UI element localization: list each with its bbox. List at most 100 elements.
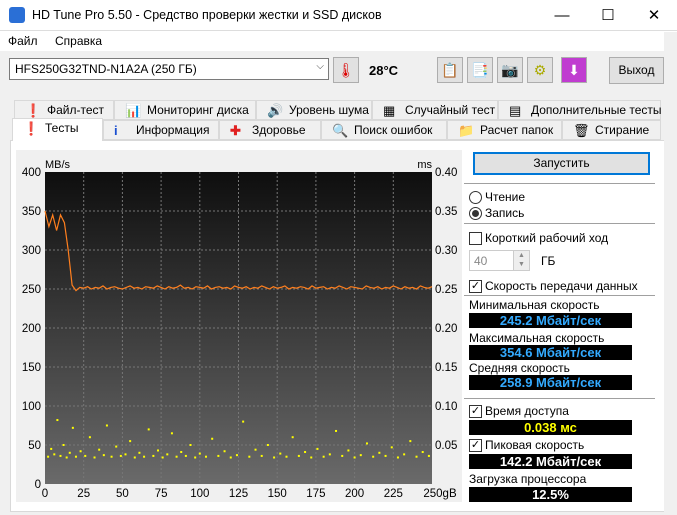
checkbox-checked[interactable]: ✓	[469, 279, 482, 293]
access-time-point	[102, 454, 105, 457]
min-speed-value: 245.2 Мбайт/сек	[469, 313, 632, 328]
access-time-point	[133, 456, 136, 459]
y-tick-left: 50	[28, 440, 41, 452]
access-time-point	[403, 453, 406, 456]
access-time-point	[421, 451, 424, 454]
access-time-point	[297, 454, 300, 457]
access-time-point	[384, 454, 387, 457]
short-stroke-checkbox[interactable]: Короткий рабочий ход	[469, 231, 608, 245]
x-tick: 125	[229, 488, 248, 500]
access-time-point	[322, 455, 325, 458]
options-icon[interactable]: ⚙	[527, 57, 553, 83]
tab-health[interactable]: ✚ Здоровье	[219, 120, 321, 140]
checkbox-checked[interactable]: ✓	[469, 404, 482, 418]
tab-tests[interactable]: ❗ Тесты	[12, 118, 103, 141]
menu-file[interactable]: Файл	[8, 34, 38, 48]
x-tick: 200	[345, 488, 364, 500]
divider	[464, 183, 655, 184]
tab-error-scan[interactable]: 🔍 Поиск ошибок	[321, 120, 447, 140]
access-time-point	[138, 451, 141, 454]
tab-extra-tests[interactable]: ▤ Дополнительные тесты	[498, 100, 661, 120]
stroke-size-spinner[interactable]: 40 ▲ ▼	[469, 250, 530, 271]
access-time-point	[88, 436, 91, 439]
access-time-point	[189, 444, 192, 446]
temperature: 28°C	[369, 63, 399, 78]
access-time-point	[266, 444, 269, 446]
tab-erase[interactable]: 🗑 Стирание	[562, 120, 661, 140]
tab-info[interactable]: i Информация	[103, 120, 219, 140]
access-time-point	[390, 446, 393, 449]
tab-label: Расчет папок	[480, 123, 554, 137]
x-tick: 100	[190, 488, 209, 500]
access-time-point	[260, 454, 263, 457]
exit-button[interactable]: Выход	[609, 57, 664, 84]
tab-folder-usage[interactable]: 📁 Расчет папок	[447, 120, 562, 140]
access-time-point	[84, 454, 87, 457]
radio-read[interactable]	[469, 190, 482, 204]
y-tick-right: 0.25	[435, 284, 457, 296]
x-tick: 75	[155, 488, 168, 500]
maximize-button[interactable]: ☐	[585, 0, 631, 31]
stroke-unit: ГБ	[541, 254, 556, 268]
access-time-point	[74, 455, 77, 458]
access-time-point	[68, 451, 71, 454]
burst-rate-checkbox[interactable]: ✓ Пиковая скорость	[469, 438, 584, 452]
checkbox[interactable]	[469, 231, 482, 245]
access-time-point	[223, 450, 226, 453]
access-time-point	[175, 455, 178, 458]
window-title: HD Tune Pro 5.50 - Средство проверки жес…	[32, 8, 382, 22]
radio-write[interactable]	[469, 206, 482, 220]
tab-disk-monitor[interactable]: 📊 Мониторинг диска	[114, 100, 256, 120]
max-speed-label: Максимальная скорость	[469, 331, 605, 345]
access-time-point	[71, 426, 74, 429]
copy-info-icon[interactable]: 📋	[437, 57, 463, 83]
save-download-icon[interactable]: ⬇	[561, 57, 587, 83]
access-time-point	[279, 452, 282, 455]
y-tick-right: 0.35	[435, 206, 457, 218]
drive-name: HFS250G32TND-N1A2A (250 ГБ)	[15, 62, 197, 76]
write-radio[interactable]: Запись	[469, 206, 524, 220]
access-time-point	[353, 456, 356, 459]
access-time-point	[409, 440, 412, 443]
thermometer-icon[interactable]: 🌡	[333, 57, 359, 83]
close-button[interactable]: ✕	[631, 0, 677, 31]
access-time-point	[79, 450, 82, 453]
speaker-icon: 🔊	[267, 103, 284, 118]
access-time-point	[204, 455, 207, 458]
access-time-point	[180, 451, 183, 454]
extra-tests-icon: ▤	[509, 103, 522, 118]
tab-label: Случайный тест	[405, 103, 496, 117]
tab-label: Здоровье	[252, 123, 306, 137]
tab-label: Информация	[136, 123, 210, 137]
y-tick-left: 250	[22, 284, 41, 296]
access-time-point	[147, 428, 150, 431]
y-tick-left: 300	[22, 245, 41, 257]
copy-all-icon[interactable]: 📑	[467, 57, 493, 83]
access-time-point	[359, 454, 362, 457]
spinner-arrows-icon[interactable]: ▲ ▼	[513, 251, 529, 270]
tab-noise-level[interactable]: 🔊 Уровень шума	[256, 100, 372, 120]
access-time-point	[365, 442, 368, 445]
transfer-rate-checkbox[interactable]: ✓ Скорость передачи данных	[469, 279, 638, 293]
read-radio[interactable]: Чтение	[469, 190, 525, 204]
start-button[interactable]: Запустить	[473, 152, 650, 175]
minimize-button[interactable]: —	[539, 0, 585, 31]
divider	[464, 398, 655, 399]
menu-help[interactable]: Справка	[55, 34, 102, 48]
tab-file-test[interactable]: ❗ Файл-тест	[14, 100, 114, 120]
access-time-checkbox[interactable]: ✓ Время доступа	[469, 404, 569, 418]
health-cross-icon: ✚	[230, 123, 241, 138]
access-time-point	[273, 456, 276, 459]
read-label: Чтение	[485, 190, 526, 204]
drive-select[interactable]: HFS250G32TND-N1A2A (250 ГБ) ⌵	[9, 58, 329, 80]
access-time-point	[372, 455, 375, 458]
x-tick: 250gB	[423, 488, 457, 500]
tab-random-test[interactable]: ▦ Случайный тест	[372, 100, 498, 120]
access-time-point	[143, 455, 146, 458]
random-icon: ▦	[383, 103, 396, 118]
title-bar: HD Tune Pro 5.50 - Средство проверки жес…	[0, 0, 677, 31]
screenshot-camera-icon[interactable]: 📷	[497, 57, 523, 83]
access-time-point	[105, 424, 108, 427]
checkbox-checked[interactable]: ✓	[469, 438, 482, 452]
avg-speed-label: Средняя скорость	[469, 361, 570, 375]
